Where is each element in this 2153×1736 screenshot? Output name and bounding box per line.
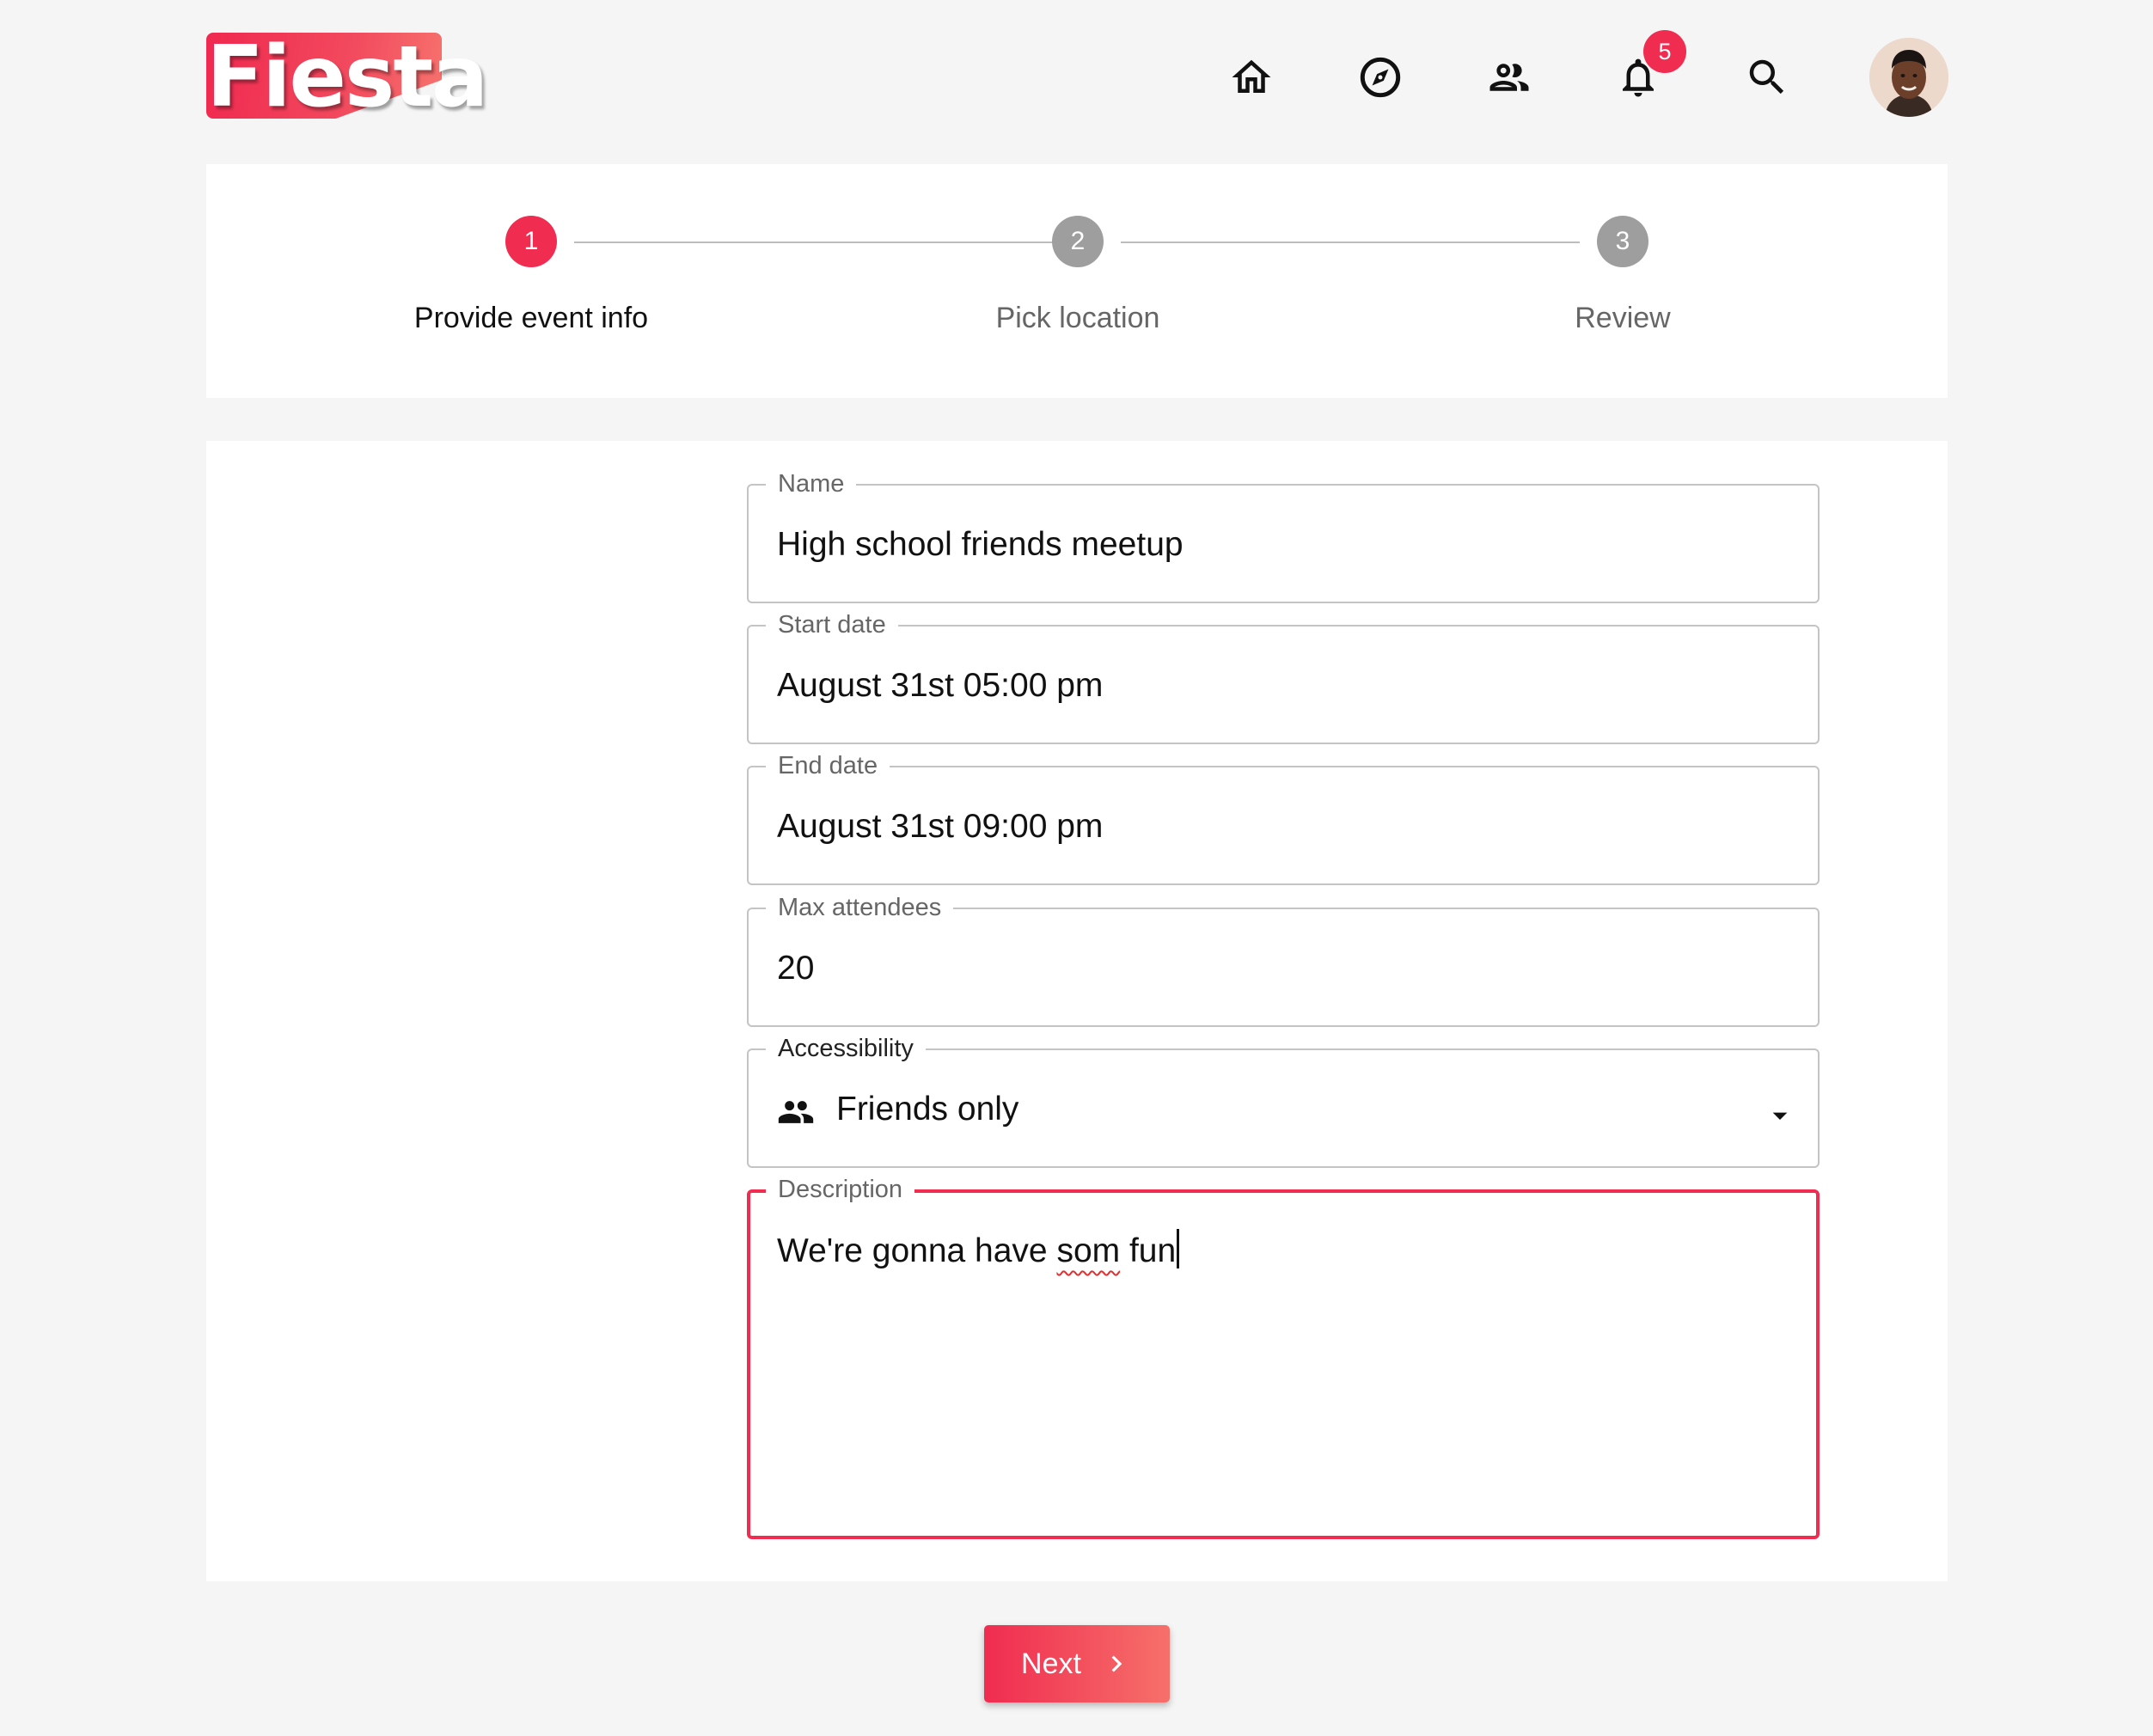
end-date-label: End date (766, 750, 890, 781)
description-field[interactable]: Description We're gonna have som fun (747, 1174, 1820, 1539)
max-attendees-field[interactable]: Max attendees 20 (747, 892, 1820, 1027)
description-text: We're gonna have (777, 1232, 1057, 1269)
end-date-field[interactable]: End date August 31st 09:00 pm (747, 750, 1820, 885)
chevron-right-icon (1100, 1647, 1133, 1680)
explore-compass-icon[interactable] (1355, 52, 1406, 103)
start-date-field[interactable]: Start date August 31st 05:00 pm (747, 609, 1820, 744)
step-1-label: Provide event info (413, 302, 649, 334)
text-cursor (1177, 1229, 1180, 1268)
next-button-label: Next (1021, 1647, 1081, 1680)
step-connector (574, 241, 1068, 243)
step-1-indicator: 1 (505, 216, 557, 267)
description-text: fun (1120, 1232, 1177, 1269)
app-logo[interactable]: Fiesta (206, 26, 488, 129)
step-2-indicator: 2 (1052, 216, 1104, 267)
name-input[interactable]: High school friends meetup (777, 523, 1184, 566)
step-3-label: Review (1575, 302, 1671, 334)
step-2-label: Pick location (995, 302, 1160, 334)
start-date-label: Start date (766, 609, 898, 640)
home-icon[interactable] (1226, 52, 1277, 103)
step-connector (1121, 241, 1580, 243)
description-textarea[interactable]: We're gonna have som fun (777, 1229, 1180, 1273)
notification-count-badge: 5 (1643, 30, 1686, 73)
user-avatar[interactable] (1869, 38, 1948, 117)
search-icon[interactable] (1741, 52, 1793, 103)
people-icon (777, 1093, 815, 1128)
misspelled-word[interactable]: som (1056, 1232, 1120, 1269)
app-header: Fiesta 5 (0, 0, 2153, 155)
chevron-down-icon[interactable] (1763, 1098, 1797, 1124)
stepper: 1 2 3 Provide event info Pick location R… (206, 164, 1948, 398)
start-date-input[interactable]: August 31st 05:00 pm (777, 664, 1103, 707)
next-button[interactable]: Next (984, 1625, 1170, 1702)
max-attendees-input[interactable]: 20 (777, 947, 814, 990)
accessibility-select[interactable]: Accessibility Friends only (747, 1033, 1820, 1168)
accessibility-label: Accessibility (766, 1033, 926, 1064)
accessibility-value: Friends only (836, 1091, 1019, 1128)
friends-icon[interactable] (1483, 52, 1535, 103)
end-date-input[interactable]: August 31st 09:00 pm (777, 805, 1103, 848)
name-field[interactable]: Name High school friends meetup (747, 468, 1820, 603)
name-field-label: Name (766, 468, 857, 499)
description-label: Description (766, 1174, 915, 1205)
max-attendees-label: Max attendees (766, 892, 954, 923)
step-3-indicator: 3 (1597, 216, 1648, 267)
event-form: Name High school friends meetup Start da… (206, 441, 1948, 1581)
